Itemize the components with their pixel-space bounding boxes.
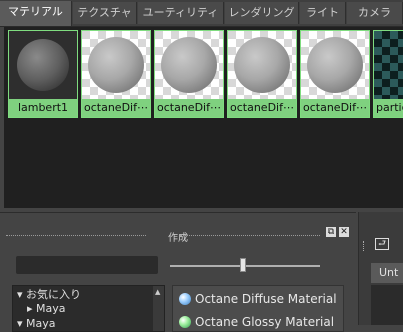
list-item-label: Octane Diffuse Material [195,292,337,306]
swatch-thumbnail [374,31,403,99]
swatch-label: partic [374,99,403,117]
swatch-thumbnail [155,31,223,99]
expand-right-icon[interactable]: ▸ [27,302,33,315]
divider [180,235,320,237]
tab-untitled[interactable]: Unt [371,263,403,283]
tab-materials[interactable]: マテリアル [0,1,72,26]
scroll-up-icon[interactable]: ▲ [155,288,160,296]
create-panel: 作成 ⧉ ✕ ▾ お気に入り ▸ Maya ▾ Maya ▲ Octane Di… [0,212,356,332]
search-input[interactable] [16,256,158,274]
right-panel: ⮐ Unt [358,212,403,325]
float-panel-icon[interactable]: ⧉ [326,227,336,237]
swatch-octane-diffuse-4[interactable]: octaneDif⋯ [300,30,370,118]
tab-rendering[interactable]: レンダリング [225,2,299,24]
material-sphere-icon [88,37,144,93]
list-item-octane-glossy[interactable]: Octane Glossy Material [179,313,334,331]
tree-item-maya[interactable]: ▾ Maya [17,317,56,331]
material-sphere-icon [17,39,69,91]
tree-scrollbar[interactable]: ▲ [153,286,164,331]
swatch-label: octaneDif⋯ [82,99,150,117]
expand-down-icon[interactable]: ▾ [17,317,23,330]
expand-down-icon[interactable]: ▾ [17,288,23,301]
import-icon[interactable]: ⮐ [375,238,389,250]
divider [363,241,365,251]
swatch-label: octaneDif⋯ [155,99,223,117]
glossy-material-icon [179,316,191,328]
list-item-octane-diffuse[interactable]: Octane Diffuse Material [179,290,337,308]
swatch-thumbnail [228,31,296,99]
tree-item-label: Maya [26,317,56,330]
slider-handle[interactable] [240,258,246,272]
swatch-lambert1[interactable]: lambert1 [8,30,78,118]
diffuse-material-icon [179,293,191,305]
swatch-label: octaneDif⋯ [301,99,369,117]
swatch-octane-diffuse-2[interactable]: octaneDif⋯ [154,30,224,118]
swatch-thumbnail [82,31,150,99]
swatch-particle[interactable]: partic [373,30,403,118]
tab-cameras[interactable]: カメラ [347,2,403,24]
material-sphere-icon [161,37,217,93]
close-icon[interactable]: ✕ [339,227,349,237]
graph-area[interactable] [371,285,403,325]
hypershade-tab-bar: マテリアル テクスチャ ユーティリティ レンダリング ライト カメラ [0,0,403,27]
swatch-label: octaneDif⋯ [228,99,296,117]
tree-item-favorites[interactable]: ▾ お気に入り [17,288,81,302]
tab-lights[interactable]: ライト [300,2,346,24]
list-item-label: Octane Glossy Material [195,315,335,329]
tab-utilities[interactable]: ユーティリティ [138,2,224,24]
material-sphere-icon [234,37,290,93]
material-sphere-icon [307,37,363,93]
tree-item-label: お気に入り [26,288,82,301]
swatch-label: lambert1 [9,99,77,117]
tree-item-maya[interactable]: ▸ Maya [27,302,66,316]
tree-item-label: Maya [36,302,66,315]
material-swatch-area[interactable]: lambert1 octaneDif⋯ octaneDif⋯ octaneDif… [4,27,403,208]
swatch-octane-diffuse-3[interactable]: octaneDif⋯ [227,30,297,118]
swatch-thumbnail [301,31,369,99]
tab-textures[interactable]: テクスチャ [73,2,137,24]
swatch-octane-diffuse-1[interactable]: octaneDif⋯ [81,30,151,118]
swatch-thumbnail [9,31,77,99]
